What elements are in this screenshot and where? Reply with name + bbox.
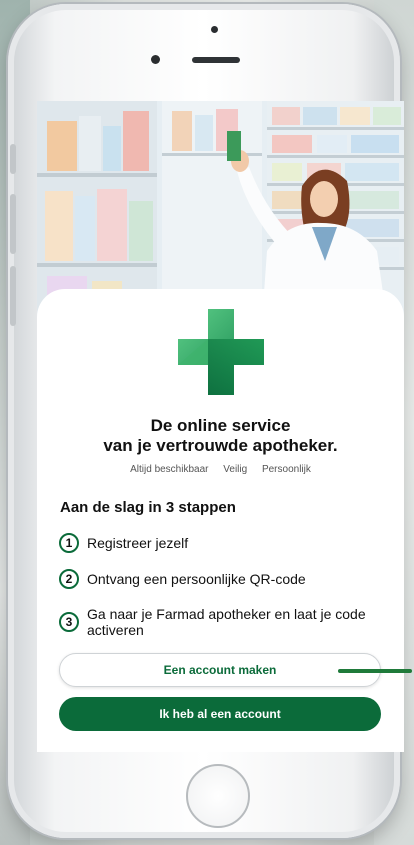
feature-tags: Altijd beschikbaar Veilig Persoonlijk	[37, 464, 404, 475]
volume-up-button	[10, 194, 16, 254]
tag-safe: Veilig	[223, 464, 248, 475]
volume-down-button	[10, 266, 16, 326]
mute-switch	[10, 144, 16, 174]
step-number: 2	[59, 569, 79, 589]
step-item: 2 Ontvang een persoonlijke QR-code	[59, 569, 377, 589]
create-account-button[interactable]: Een account maken	[59, 653, 381, 687]
sensor-dot	[211, 26, 218, 33]
pharmacy-cross-logo-icon	[178, 309, 264, 395]
pharmacy-shelves-illustration	[37, 101, 404, 321]
pointer-line	[338, 669, 412, 673]
step-text: Registreer jezelf	[87, 535, 189, 551]
hero-image	[37, 101, 404, 321]
app-screen: De online service van je vertrouwde apot…	[37, 101, 404, 752]
step-number: 3	[59, 612, 79, 632]
headline-line-2: van je vertrouwde apotheker.	[103, 436, 338, 455]
front-camera	[151, 55, 160, 64]
home-button[interactable]	[186, 764, 250, 828]
step-number: 1	[59, 533, 79, 553]
tag-personal: Persoonlijk	[261, 464, 311, 475]
step-item: 1 Registreer jezelf	[59, 533, 377, 553]
phone-frame: De online service van je vertrouwde apot…	[8, 4, 404, 838]
step-item: 3 Ga naar je Farmad apotheker en laat je…	[59, 604, 377, 638]
tag-available: Altijd beschikbaar	[130, 464, 209, 475]
headline-line-1: De online service	[150, 416, 291, 435]
step-text: Ga naar je Farmad apotheker en laat je c…	[87, 606, 366, 638]
step-text: Ontvang een persoonlijke QR-code	[87, 571, 306, 587]
earpiece-speaker	[192, 57, 240, 63]
have-account-button[interactable]: Ik heb al een account	[59, 697, 381, 731]
steps-title: Aan de slag in 3 stappen	[60, 499, 236, 516]
welcome-card: De online service van je vertrouwde apot…	[37, 289, 404, 752]
